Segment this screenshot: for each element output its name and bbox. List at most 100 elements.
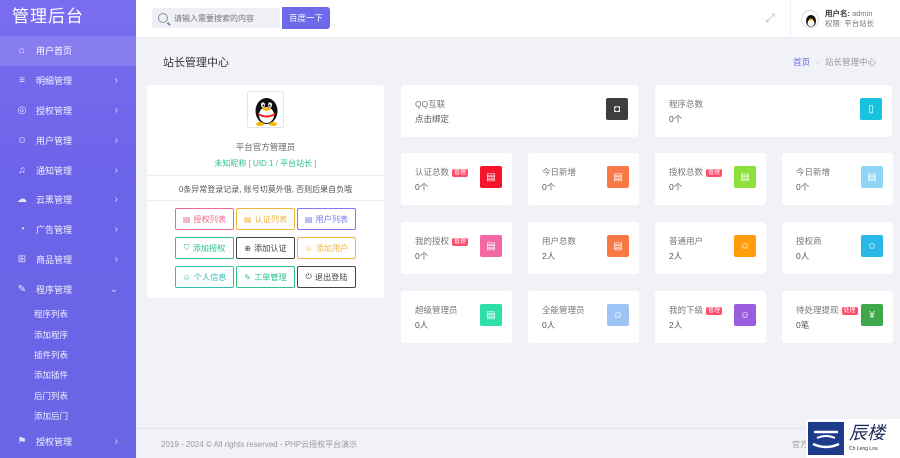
- sidebar-item-label: 明细管理: [36, 76, 73, 87]
- search-button[interactable]: 百度一下: [282, 7, 330, 29]
- auth-list-button[interactable]: ▤ 授权列表: [175, 208, 234, 230]
- stat-value[interactable]: 点击绑定: [415, 113, 449, 125]
- sidebar-item-8[interactable]: ✎ 程序管理 ⌄: [0, 274, 136, 304]
- button-icon: ⏻: [305, 272, 312, 281]
- breadcrumb-separator: ›: [816, 57, 819, 67]
- sidebar-subitem-0[interactable]: 程序列表: [0, 304, 136, 324]
- sidebar-item-6[interactable]: ◔ 广告管理 ›: [0, 215, 136, 245]
- button-label: 个人信息: [193, 273, 227, 282]
- stat-title-text: 认证总数: [415, 167, 450, 177]
- stat-title-text: 全能管理员: [542, 305, 585, 315]
- stat-value: 0个: [415, 251, 429, 261]
- stat-title: 今日新增: [796, 166, 830, 178]
- logout-button[interactable]: ⏻ 退出登陆: [297, 266, 356, 288]
- seal-icon: [808, 422, 844, 455]
- button-icon: ☺: [182, 272, 191, 282]
- chevron-icon: ›: [114, 253, 118, 265]
- sidebar-item-label: 用户首页: [36, 46, 73, 57]
- stat-title: 待处理提现 处理: [796, 304, 858, 316]
- flag-icon: ⚑: [17, 435, 27, 447]
- profile-info-button[interactable]: ☺ 个人信息: [175, 266, 234, 288]
- sidebar-subitem-3[interactable]: 添加插件: [0, 365, 136, 385]
- user-menu[interactable]: 用户名: admin 权限: 平台站长: [790, 0, 900, 38]
- sidebar-subitem-1[interactable]: 添加程序: [0, 325, 136, 345]
- stat-value: 0人: [542, 320, 556, 330]
- watermark-logo: 辰楼 Ch Leng Lou: [806, 419, 900, 458]
- stat-title: 我的授权 管理: [415, 235, 469, 247]
- search-icon: [158, 13, 168, 23]
- profile-avatar: [247, 91, 284, 128]
- sidebar-item-3[interactable]: ☺ 用户管理 ›: [0, 125, 136, 155]
- button-icon: ▤: [243, 214, 252, 224]
- sidebar-subitem-5[interactable]: 添加后门: [0, 406, 136, 426]
- sidebar-subitem-4[interactable]: 后门列表: [0, 386, 136, 406]
- stat-title: 超级管理员: [415, 304, 458, 316]
- status-badge[interactable]: 管理: [452, 238, 469, 246]
- status-badge[interactable]: 管理: [706, 307, 723, 315]
- stat-card: 今日新增 0个 ▤: [782, 153, 893, 205]
- button-label: 授权列表: [193, 215, 227, 224]
- cloud-icon: ☁: [17, 194, 27, 206]
- sidebar-item-label: 通知管理: [36, 165, 73, 176]
- stat-card: 超级管理员 0人 ▤: [401, 291, 512, 343]
- chevron-icon: ›: [114, 75, 118, 87]
- yen-icon: ¥: [861, 304, 883, 326]
- stat-title: 我的下级 管理: [669, 304, 723, 316]
- status-badge[interactable]: 管理: [452, 169, 469, 177]
- sidebar-item-2[interactable]: ◎ 授权管理 ›: [0, 96, 136, 126]
- status-badge[interactable]: 处理: [841, 307, 858, 315]
- sidebar-item-label: 程序管理: [36, 284, 73, 295]
- sidebar-item-0[interactable]: ⌂ 用户首页: [0, 36, 136, 66]
- stat-title: 普通用户: [669, 235, 703, 247]
- stat-card: 用户总数 2人 ▤: [528, 222, 639, 274]
- button-icon: ⛉: [183, 243, 190, 252]
- add-auth-button[interactable]: ⛉ 添加授权: [175, 237, 234, 259]
- button-icon: ✎: [244, 272, 251, 282]
- stat-value: 2人: [669, 320, 683, 330]
- file-icon: ▤: [607, 166, 629, 188]
- user-name: admin: [852, 9, 873, 18]
- stat-value: 0个: [415, 182, 429, 192]
- file-icon: ▤: [607, 235, 629, 257]
- fullscreen-icon[interactable]: ⤢: [763, 11, 777, 25]
- sidebar-item-label: 用户管理: [36, 135, 73, 146]
- bullhorn-icon: ◔: [18, 224, 26, 236]
- cart-icon: ⊞: [17, 253, 27, 265]
- sidebar-item-label: 商品管理: [36, 254, 73, 265]
- stat-title-text: 程序总数: [669, 99, 704, 109]
- cert-list-button[interactable]: ▤ 认证列表: [236, 208, 295, 230]
- user-list-button[interactable]: ▤ 用户列表: [297, 208, 356, 230]
- user-name-label: 用户名:: [825, 9, 850, 18]
- sidebar-item-5[interactable]: ☁ 云黑管理 ›: [0, 185, 136, 215]
- sidebar: 管理后台 ⌂ 用户首页 ≡ 明细管理 › ◎ 授权管理 › ☺ 用户管理 › ♫ 通知管理 › ☁ 云黑管理 ›…: [0, 0, 136, 458]
- add-cert-button[interactable]: ⊕ 添加认证: [236, 237, 295, 259]
- add-user-button[interactable]: ☺ 添加用户: [297, 237, 356, 259]
- stat-value: 0个: [669, 114, 683, 124]
- chevron-icon: ›: [114, 224, 118, 236]
- stat-value: 0个: [669, 182, 683, 192]
- sidebar-item-1[interactable]: ≡ 明细管理 ›: [0, 66, 136, 96]
- file-icon: ▤: [734, 166, 756, 188]
- stat-card: 全能管理员 0人 ☺: [528, 291, 639, 343]
- stat-title-text: 授权总数: [669, 167, 704, 177]
- stat-title: 程序总数: [669, 98, 703, 110]
- status-badge[interactable]: 管理: [706, 169, 723, 177]
- breadcrumb-current: 站长管理中心: [824, 57, 876, 67]
- ticket-button[interactable]: ✎ 工单管理: [236, 266, 295, 288]
- profile-uid: 未知昵称 [ UID:1 / 平台站长 ]: [214, 159, 317, 168]
- user-icon: ☺: [734, 304, 756, 326]
- button-label: 认证列表: [254, 215, 288, 224]
- sidebar-item-7[interactable]: ⊞ 商品管理 ›: [0, 245, 136, 275]
- search-box: [152, 8, 280, 28]
- search-input[interactable]: [174, 13, 274, 23]
- chevron-icon: ›: [114, 164, 118, 176]
- stat-title: 全能管理员: [542, 304, 585, 316]
- sidebar-item-4[interactable]: ♫ 通知管理 ›: [0, 155, 136, 185]
- qq-icon: ◘: [606, 98, 628, 120]
- chevron-icon: ›: [114, 134, 118, 146]
- sidebar-item-auth-manage-2[interactable]: ⚑ 授权管理 ›: [0, 427, 136, 457]
- stat-value: 0人: [415, 320, 429, 330]
- watermark-subtitle: Ch Leng Lou: [849, 446, 878, 452]
- breadcrumb-home[interactable]: 首页: [793, 57, 810, 67]
- sidebar-subitem-2[interactable]: 插件列表: [0, 345, 136, 365]
